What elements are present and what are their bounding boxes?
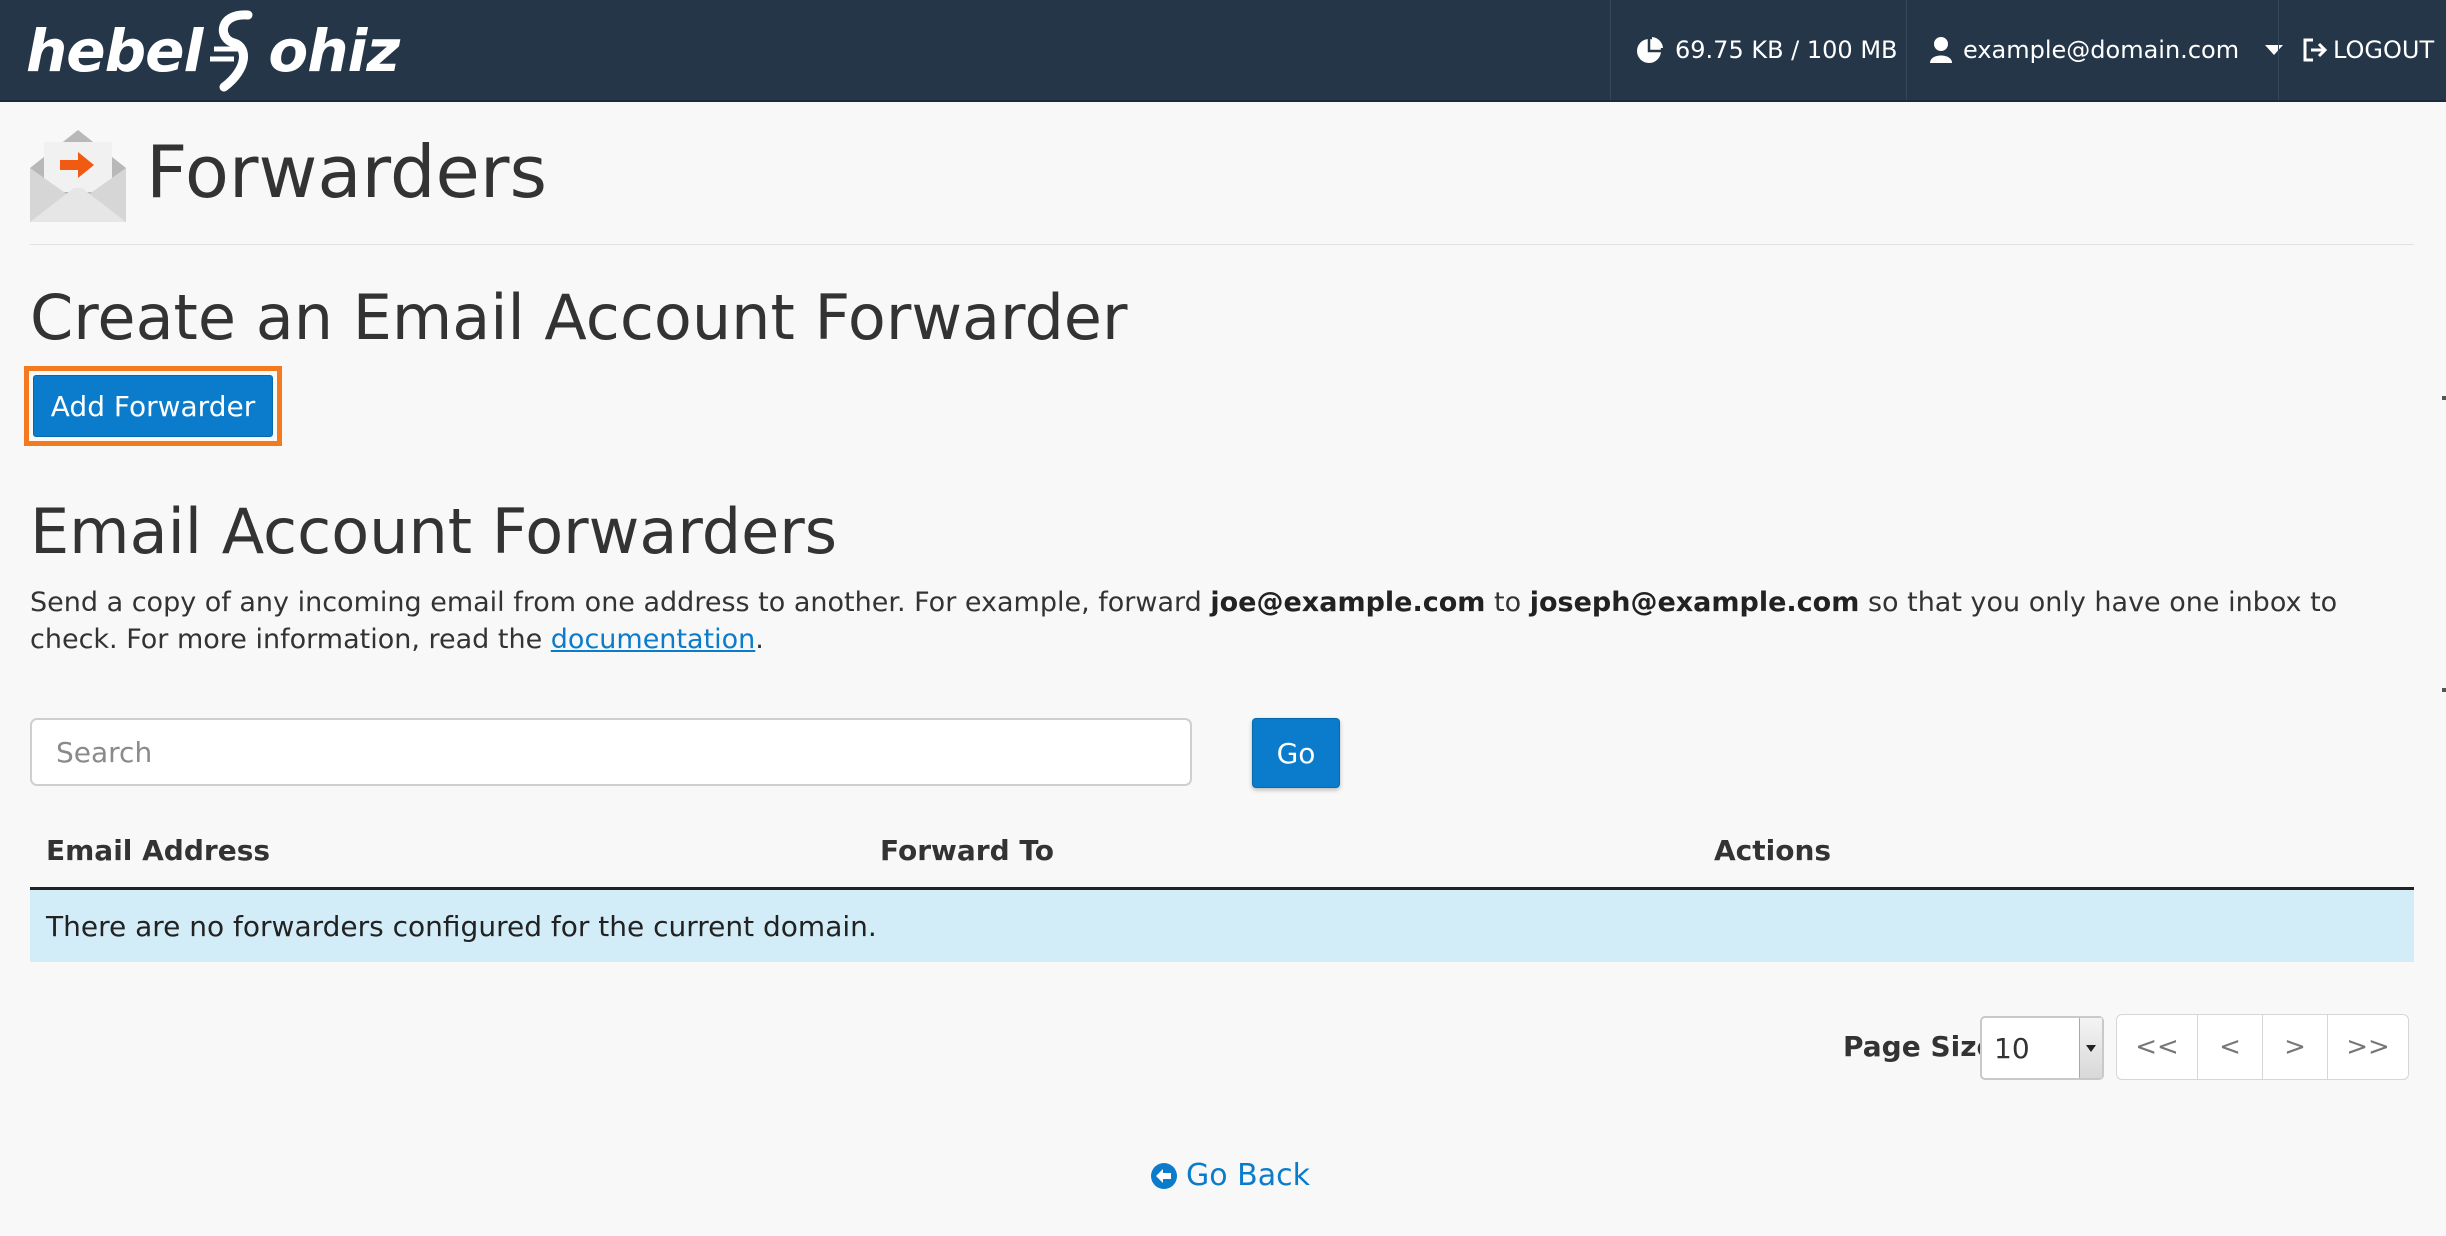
logo-mark-icon (210, 10, 253, 92)
search-input[interactable] (30, 718, 1192, 786)
example-to-address: joseph@example.com (1529, 587, 1860, 618)
edge-marker (2442, 396, 2446, 400)
logout-button[interactable]: LOGOUT (2278, 0, 2446, 100)
previous-page-button[interactable]: < (2197, 1014, 2263, 1080)
last-page-button[interactable]: >> (2327, 1014, 2409, 1080)
add-forwarder-highlight: Add Forwarder (24, 366, 282, 446)
example-from-address: joe@example.com (1210, 587, 1486, 618)
column-header-email[interactable]: Email Address (46, 834, 270, 867)
go-back-label: Go Back (1186, 1158, 1310, 1193)
create-forwarder-heading: Create an Email Account Forwarder (30, 281, 1128, 354)
email-forward-icon (30, 130, 126, 222)
documentation-link[interactable]: documentation (551, 624, 756, 655)
disk-usage[interactable]: 69.75 KB / 100 MB (1610, 0, 1906, 100)
logo-text-right: ohiz (268, 17, 400, 85)
table-header: Email Address Forward To Actions (30, 822, 2414, 890)
go-back-link[interactable]: Go Back (1150, 1158, 1310, 1193)
edge-marker (2442, 688, 2446, 692)
logo-text-left: hebel (26, 17, 203, 85)
page-size-value: 10 (1994, 1031, 2030, 1065)
user-menu[interactable]: example@domain.com (1906, 0, 2284, 100)
pagination-controls: << < > >> (2116, 1014, 2409, 1080)
pie-chart-icon (1635, 35, 1665, 65)
page-size-label: Page Size (1843, 1030, 1996, 1063)
user-email: example@domain.com (1963, 36, 2240, 64)
first-page-button[interactable]: << (2116, 1014, 2198, 1080)
page-title: Forwarders (146, 130, 547, 214)
logout-label: LOGOUT (2333, 36, 2435, 64)
top-navbar: hebel ohiz 69.75 KB / 100 MB example@dom… (0, 0, 2446, 102)
search-go-button[interactable]: Go (1252, 718, 1340, 788)
disk-usage-text: 69.75 KB / 100 MB (1675, 36, 1898, 64)
dropdown-arrow-icon (2079, 1018, 2102, 1078)
forwarders-description: Send a copy of any incoming email from o… (30, 584, 2410, 658)
header-divider (30, 244, 2414, 245)
desc-text-1: Send a copy of any incoming email from o… (30, 587, 1211, 618)
column-header-actions: Actions (1714, 834, 1832, 867)
page-size-select[interactable]: 10 (1980, 1016, 2104, 1080)
desc-text-2: to (1485, 587, 1530, 618)
user-icon (1929, 36, 1953, 64)
arrow-circle-left-icon (1150, 1162, 1178, 1190)
desc-text-4: . (755, 624, 764, 655)
next-page-button[interactable]: > (2262, 1014, 2328, 1080)
add-forwarder-button[interactable]: Add Forwarder (33, 375, 273, 437)
column-header-forward-to[interactable]: Forward To (880, 834, 1054, 867)
brand-logo[interactable]: hebel ohiz (26, 6, 400, 96)
forwarders-heading: Email Account Forwarders (30, 495, 838, 568)
logout-icon (2301, 37, 2329, 63)
empty-table-message: There are no forwarders configured for t… (30, 890, 2414, 962)
